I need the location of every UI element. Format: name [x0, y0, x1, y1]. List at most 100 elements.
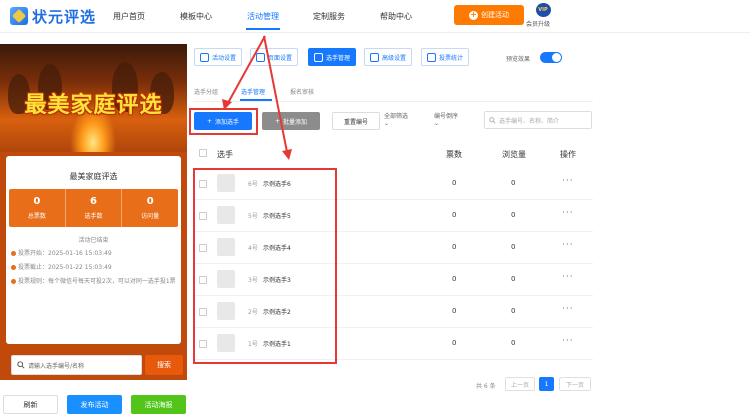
subtab-divider [193, 101, 593, 102]
info-dot-icon [11, 279, 16, 284]
activity-card: 最美家庭评选 0 总票数 6 选手数 0 访问量 活动已结束 投票开始：2025… [6, 156, 183, 375]
preview-effect-label: 预览效果 [506, 56, 531, 63]
row-votes: 0 [452, 307, 457, 315]
header-actions: 操作 [560, 150, 576, 159]
stats-icon [427, 52, 436, 62]
sort-dropdown[interactable]: 编号倒序 ⌄ [434, 113, 458, 127]
activity-title: 最美家庭评选 [69, 172, 118, 181]
vote-end: 投票截止：2025-01-22 15:03:49 [18, 264, 112, 271]
row-views: 0 [511, 243, 516, 251]
highlight-add-button [189, 108, 258, 135]
more-actions-icon[interactable]: ··· [562, 304, 574, 314]
settings-icon [200, 52, 209, 62]
preview-effect-toggle[interactable] [540, 52, 562, 63]
member-upgrade-label[interactable]: 会员升级 [526, 19, 550, 28]
stat-label: 访问量 [141, 213, 160, 220]
filter-dropdown[interactable]: 全部筛选 ⌄ [384, 113, 408, 127]
users-icon [314, 52, 323, 62]
more-actions-icon[interactable]: ··· [562, 176, 574, 186]
info-dot-icon [11, 251, 16, 256]
nav-item-activity-manage[interactable]: 活动管理 [247, 11, 279, 22]
header-contestant: 选手 [217, 150, 233, 159]
nav-item-help[interactable]: 帮助中心 [380, 11, 412, 22]
stats-panel: 0 总票数 6 选手数 0 访问量 [9, 189, 178, 227]
more-actions-icon[interactable]: ··· [562, 208, 574, 218]
chevron-down-icon: ⌄ [434, 120, 440, 127]
select-all-checkbox[interactable] [199, 149, 207, 157]
header-votes[interactable]: 票数 [446, 149, 462, 160]
stat-label: 选手数 [84, 213, 103, 220]
preview-search-placeholder: 请输入选手编号/名称 [28, 362, 85, 370]
subtab-signup-review[interactable]: 报名审核 [290, 87, 314, 96]
search-icon [17, 361, 25, 369]
vip-badge: VIP [535, 3, 551, 17]
stat-label: 总票数 [27, 213, 46, 220]
publish-activity-button[interactable]: 发布活动 [67, 395, 122, 414]
row-views: 0 [511, 339, 516, 347]
tab-advanced-settings[interactable]: 高级设置 [364, 48, 413, 66]
banner-image: 最美家庭评选 [0, 44, 187, 152]
row-votes: 0 [452, 243, 457, 251]
refresh-button[interactable]: 刷新 [3, 395, 58, 414]
nav-item-templates[interactable]: 模板中心 [180, 11, 212, 22]
prev-page-button[interactable]: 上一页 [505, 377, 535, 391]
page-icon [256, 52, 265, 62]
preview-search-input[interactable]: 请输入选手编号/名称 [11, 355, 142, 375]
batch-add-label: 批量添加 [283, 118, 308, 126]
sort-label: 编号倒序 [434, 113, 459, 120]
batch-add-button[interactable]: + 批量添加 [262, 112, 320, 130]
reset-numbers-button[interactable]: 重置编号 [332, 112, 380, 130]
stat-value: 0 [146, 196, 154, 207]
next-page-button[interactable]: 下一页 [559, 377, 591, 391]
active-nav-underline [246, 28, 280, 30]
tab-label: 活动设置 [212, 54, 237, 62]
subtab-groups[interactable]: 选手分组 [194, 87, 218, 96]
logo-cube-icon [10, 7, 28, 25]
top-navigation: 状元评选 用户首页 模板中心 活动管理 定制服务 帮助中心 + 创建活动 VIP… [0, 0, 750, 33]
more-actions-icon[interactable]: ··· [562, 272, 574, 282]
create-activity-label: 创建活动 [481, 11, 509, 19]
row-votes: 0 [452, 339, 457, 347]
vote-start-line: 投票开始：2025-01-16 15:03:49 [11, 249, 176, 258]
tab-label: 投票统计 [439, 54, 464, 62]
advanced-icon [370, 52, 379, 62]
tab-label: 选手管理 [326, 54, 351, 62]
plus-icon: + [274, 117, 280, 125]
current-page-button[interactable]: 1 [539, 377, 554, 391]
row-views: 0 [511, 275, 516, 283]
tab-contestant-manage[interactable]: 选手管理 [308, 48, 357, 66]
row-views: 0 [511, 211, 516, 219]
activity-poster-button[interactable]: 活动海报 [131, 395, 186, 414]
more-actions-icon[interactable]: ··· [562, 240, 574, 250]
header-views[interactable]: 浏览量 [502, 149, 526, 160]
contestant-search-input[interactable]: 选手编号、名称、简介 [484, 111, 592, 129]
highlight-contestant-list [193, 168, 337, 364]
chevron-down-icon: ⌄ [384, 120, 390, 127]
logo-text: 状元评选 [32, 7, 97, 26]
nav-item-home[interactable]: 用户首页 [113, 11, 145, 22]
contestant-search-placeholder: 选手编号、名称、简介 [499, 117, 560, 125]
vote-start: 投票开始：2025-01-16 15:03:49 [18, 250, 112, 257]
vote-rule-line: 投票规则：每个微信号每天可投2次，可以对同一选手投1票 [11, 277, 176, 286]
search-icon [489, 116, 496, 124]
row-votes: 0 [452, 179, 457, 187]
vip-icon[interactable]: VIP [532, 3, 554, 17]
logo[interactable]: 状元评选 [10, 5, 96, 27]
info-dot-icon [11, 265, 16, 270]
tab-activity-settings[interactable]: 活动设置 [194, 48, 243, 66]
plus-icon: + [469, 10, 478, 20]
more-actions-icon[interactable]: ··· [562, 336, 574, 346]
nav-item-custom-service[interactable]: 定制服务 [313, 11, 345, 22]
stat-total-votes: 0 总票数 [9, 189, 66, 227]
row-votes: 0 [452, 275, 457, 283]
preview-search-button[interactable]: 搜索 [145, 355, 183, 375]
row-votes: 0 [452, 211, 457, 219]
tab-page-settings[interactable]: 页面设置 [250, 48, 299, 66]
tab-vote-stats[interactable]: 投票统计 [421, 48, 470, 66]
stat-value: 0 [33, 196, 41, 207]
filter-label: 全部筛选 [384, 113, 409, 120]
create-activity-button[interactable]: + 创建活动 [454, 5, 524, 25]
tab-label: 高级设置 [382, 54, 407, 62]
subtab-contestants[interactable]: 选手管理 [241, 87, 265, 96]
stat-value: 6 [90, 196, 97, 207]
